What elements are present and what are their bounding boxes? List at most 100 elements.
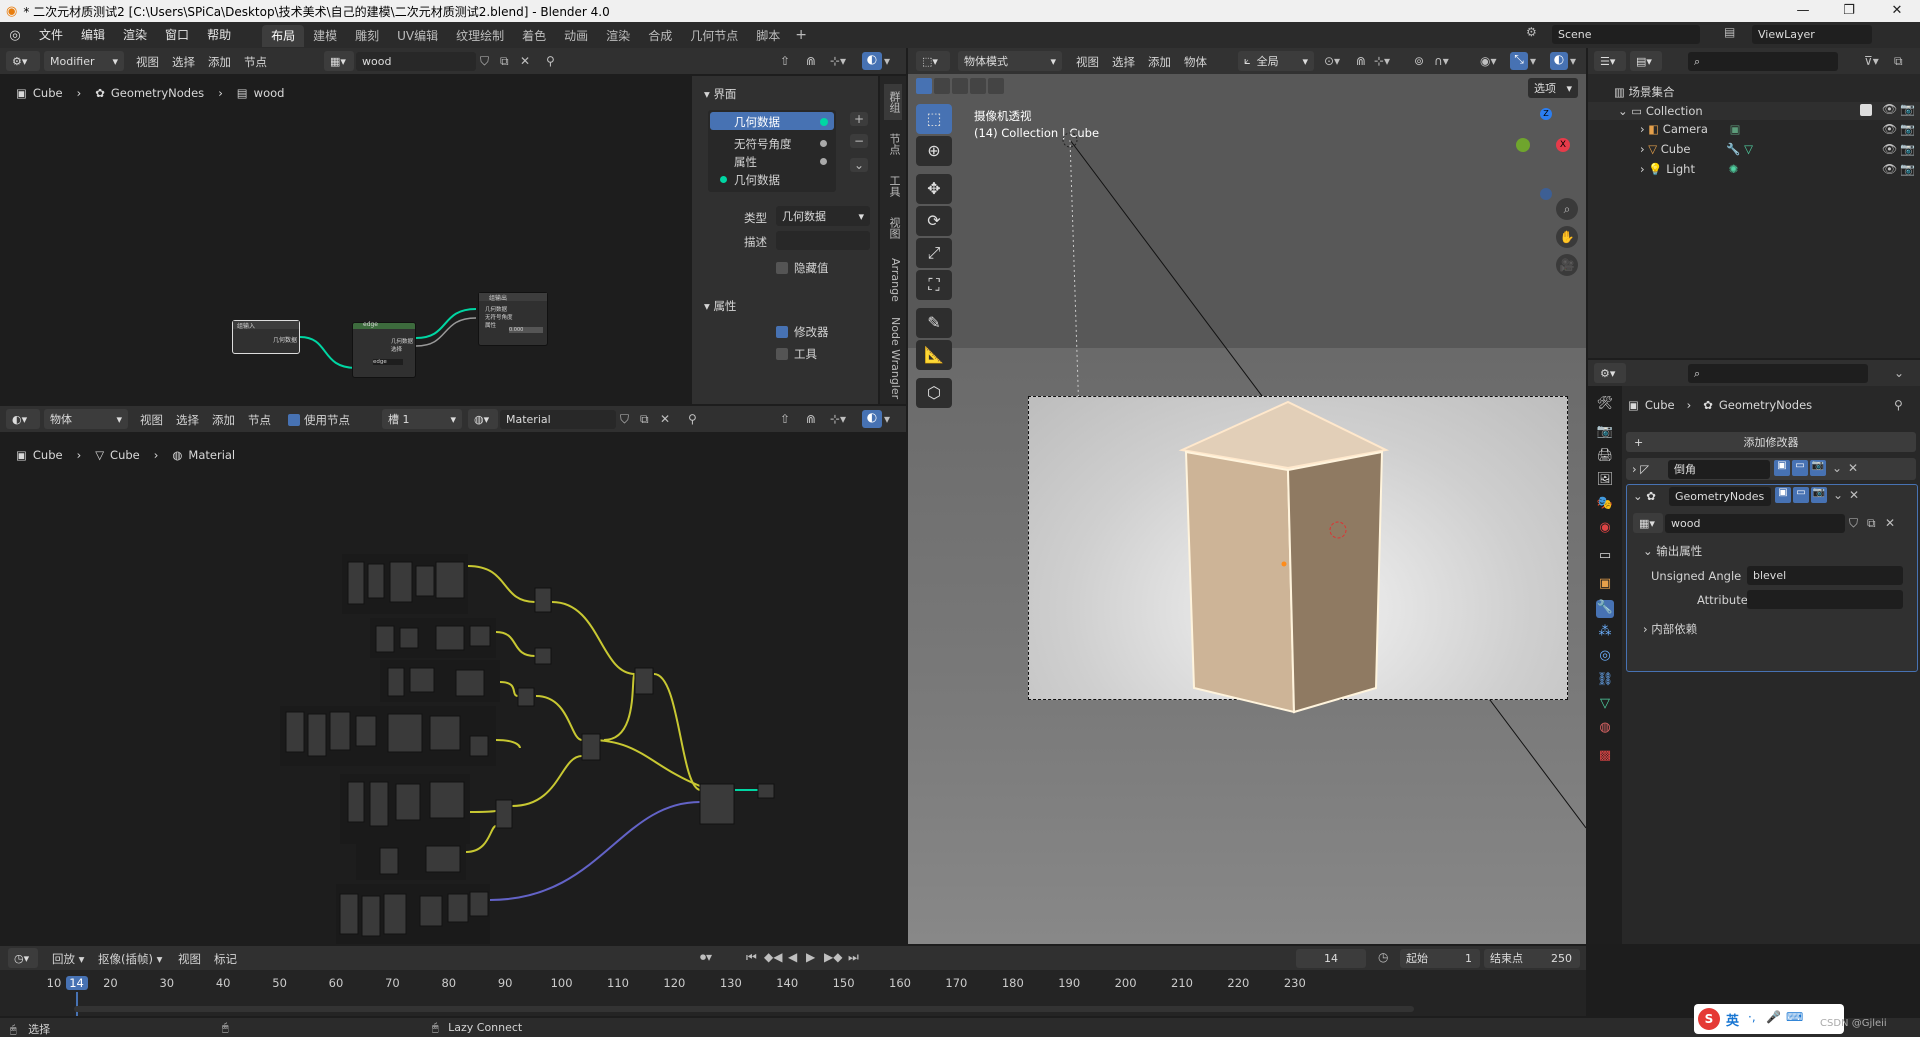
record-icon[interactable]: ⏺▾ bbox=[700, 950, 712, 965]
play-reverse-icon[interactable]: ◀ bbox=[788, 950, 797, 964]
geonodes-tree-browse[interactable]: ▦▾ bbox=[1633, 513, 1663, 533]
bevel-modifier-panel[interactable]: › ◸ 倒角 ▣ ▭ 📷 ⌄ ✕ bbox=[1626, 458, 1916, 480]
camera-render-icon[interactable]: 📷 bbox=[1900, 122, 1915, 136]
ime-mic-icon[interactable]: 🎤 bbox=[1766, 1010, 1781, 1024]
tab-arrange[interactable]: Arrange bbox=[884, 252, 902, 308]
workspace-tab[interactable]: 着色 bbox=[513, 25, 555, 47]
jump-start-icon[interactable]: ⏮ bbox=[746, 950, 757, 965]
filter-icon[interactable]: ⊽▾ bbox=[1864, 54, 1879, 68]
physics-tab-icon[interactable]: ◎ bbox=[1596, 648, 1614, 666]
hide-value-checkbox[interactable] bbox=[776, 262, 788, 274]
preview-range-icon[interactable]: ◷ bbox=[1378, 950, 1388, 964]
geonodes-remove-icon[interactable]: ✕ bbox=[1849, 488, 1859, 502]
menu-item[interactable]: 帮助 bbox=[198, 22, 240, 48]
start-frame-field[interactable]: 起始 1 bbox=[1400, 949, 1480, 968]
bevel-editmode-icon[interactable]: ▣ bbox=[1774, 460, 1790, 476]
workspace-tab[interactable]: 布局 bbox=[262, 25, 305, 47]
scene-field[interactable]: Scene bbox=[1552, 25, 1700, 44]
description-field[interactable] bbox=[776, 231, 870, 250]
cube-object[interactable] bbox=[908, 48, 1586, 944]
ime-punct-icon[interactable]: ·, bbox=[1748, 1010, 1756, 1024]
timeline-ruler[interactable]: 10 14 20 30 40 50 60 70 80 90 100 110 120 130 140 150 16… bbox=[0, 976, 1586, 992]
outliner-type-button[interactable]: ☰▾ bbox=[1594, 51, 1626, 71]
overlay-toggle-icon[interactable]: ◐ bbox=[862, 52, 882, 70]
socket-geometry-out[interactable]: 几何数据 bbox=[734, 114, 780, 130]
timeline-scrollbar[interactable] bbox=[74, 1006, 1414, 1012]
add-modifier-button[interactable]: + 添加修改器 bbox=[1626, 432, 1916, 452]
navigation-gizmo[interactable]: Z X bbox=[1504, 108, 1580, 208]
snap-options-icon[interactable]: ⊹▾ bbox=[830, 54, 846, 68]
timeline-type-button[interactable]: ◷▾ bbox=[8, 948, 38, 968]
camera-view-icon[interactable]: 🎥 bbox=[1556, 254, 1578, 276]
blender-menu-icon[interactable]: ◎ bbox=[0, 28, 30, 43]
prev-keyframe-icon[interactable]: ◆◀ bbox=[764, 950, 782, 964]
workspace-tab[interactable]: 渲染 bbox=[597, 25, 639, 47]
tree-unlink-icon[interactable]: ✕ bbox=[1885, 516, 1895, 530]
ime-lang-label[interactable]: 英 bbox=[1726, 1010, 1739, 1029]
texture-tab-icon[interactable]: ▩ bbox=[1596, 748, 1614, 766]
tree-duplicate-icon[interactable]: ⧉ bbox=[1867, 516, 1876, 531]
group-output-node[interactable]: 组输出 几何数据 无符号角度 属性 0.000 bbox=[478, 292, 548, 346]
menu-item[interactable]: 文件 bbox=[30, 22, 72, 48]
light-render-icon[interactable]: 📷 bbox=[1900, 162, 1915, 176]
outliner-row-light[interactable]: › 💡 Light ✺ bbox=[1640, 162, 1738, 176]
geonodes-name-field[interactable]: GeometryNodes bbox=[1669, 487, 1771, 506]
geonodes-tree-field[interactable]: wood bbox=[1665, 514, 1845, 533]
outliner-row-cube[interactable]: › ▽ Cube 🔧 ▽ bbox=[1640, 142, 1753, 156]
tree-fake-user-icon[interactable]: ⛉ bbox=[1849, 516, 1858, 531]
properties-type-button[interactable]: ⚙▾ bbox=[1594, 363, 1626, 383]
view-layer-tab-icon[interactable]: 🖼 bbox=[1596, 472, 1614, 490]
scene-icon[interactable]: ⚙ bbox=[1526, 25, 1546, 45]
menu-item[interactable]: 编辑 bbox=[72, 22, 114, 48]
gizmo-neg-z[interactable] bbox=[1540, 188, 1552, 200]
geonodes-viewport-icon[interactable]: ▭ bbox=[1793, 487, 1809, 503]
gizmo-x-axis[interactable]: X bbox=[1556, 138, 1570, 152]
collection-exclude-checkbox[interactable] bbox=[1860, 104, 1872, 116]
world-tab-icon[interactable]: ◉ bbox=[1596, 520, 1614, 538]
tab-group[interactable]: 群组 bbox=[884, 84, 902, 120]
tab-node-wrangler[interactable]: Node Wrangler bbox=[884, 312, 902, 404]
workspace-tab[interactable]: 建模 bbox=[304, 25, 346, 47]
timeline-marker-menu[interactable]: 标记 bbox=[214, 951, 237, 967]
tool-checkbox[interactable] bbox=[776, 348, 788, 360]
output-tab-icon[interactable]: 🖨 bbox=[1596, 448, 1614, 466]
workspace-tab[interactable]: 脚本 bbox=[747, 25, 789, 47]
remove-socket-icon[interactable]: − bbox=[850, 134, 868, 148]
add-workspace-button[interactable]: + bbox=[789, 27, 813, 43]
menu-item[interactable]: 渲染 bbox=[114, 22, 156, 48]
bevel-menu-icon[interactable]: ⌄ bbox=[1832, 461, 1842, 475]
internal-deps-header[interactable]: › 内部依赖 bbox=[1643, 621, 1697, 637]
attr-panel-header[interactable]: ▾ 属性 bbox=[704, 298, 736, 314]
bevel-name-field[interactable]: 倒角 bbox=[1668, 460, 1770, 479]
type-dropdown[interactable]: 几何数据 ▾ bbox=[776, 206, 870, 226]
geonodes-menu-icon[interactable]: ⌄ bbox=[1833, 488, 1843, 502]
workspace-tab[interactable]: 几何节点 bbox=[681, 25, 747, 47]
workspace-tab[interactable]: 合成 bbox=[639, 25, 681, 47]
modifier-tab-icon[interactable]: 🔧 bbox=[1596, 600, 1614, 618]
camera-eye-icon[interactable]: 👁 bbox=[1882, 122, 1897, 136]
bevel-render-icon[interactable]: 📷 bbox=[1810, 460, 1826, 476]
geonodes-editmode-icon[interactable]: ▣ bbox=[1775, 487, 1791, 503]
workspace-tab[interactable]: 纹理绘制 bbox=[447, 25, 513, 47]
workspace-tab[interactable]: UV编辑 bbox=[388, 25, 447, 47]
collection-tab-icon[interactable]: ▭ bbox=[1596, 548, 1614, 566]
overlay-dropdown-icon[interactable]: ▾ bbox=[884, 54, 890, 68]
properties-options-icon[interactable]: ⌄ bbox=[1894, 366, 1904, 380]
display-mode-button[interactable]: ▤▾ bbox=[1630, 51, 1662, 71]
playback-menu[interactable]: 回放 ▾ bbox=[52, 951, 84, 967]
play-icon[interactable]: ▶ bbox=[806, 950, 815, 964]
light-eye-icon[interactable]: 👁 bbox=[1882, 162, 1897, 176]
properties-pin-icon[interactable]: ⚲ bbox=[1894, 398, 1903, 412]
maximize-button[interactable]: ❐ bbox=[1826, 0, 1872, 22]
scene-tab-icon[interactable]: 🎭 bbox=[1596, 496, 1614, 514]
outliner-row-camera[interactable]: › ◧ Camera ▣ bbox=[1640, 122, 1740, 136]
jump-end-icon[interactable]: ⏭ bbox=[848, 950, 859, 965]
zoom-icon[interactable]: ⌕ bbox=[1556, 198, 1578, 220]
keying-menu[interactable]: 抠像(插帧) ▾ bbox=[98, 951, 162, 967]
properties-search-field[interactable]: ⌕ bbox=[1688, 364, 1868, 383]
socket-unsigned-angle[interactable]: 无符号角度 bbox=[734, 136, 792, 152]
tab-view[interactable]: 视图 bbox=[884, 210, 902, 246]
workspace-tab[interactable]: 动画 bbox=[555, 25, 597, 47]
snap-magnet-icon[interactable]: ⋒ bbox=[806, 54, 816, 68]
group-input-node[interactable]: 组输入 几何数据 bbox=[232, 320, 300, 354]
